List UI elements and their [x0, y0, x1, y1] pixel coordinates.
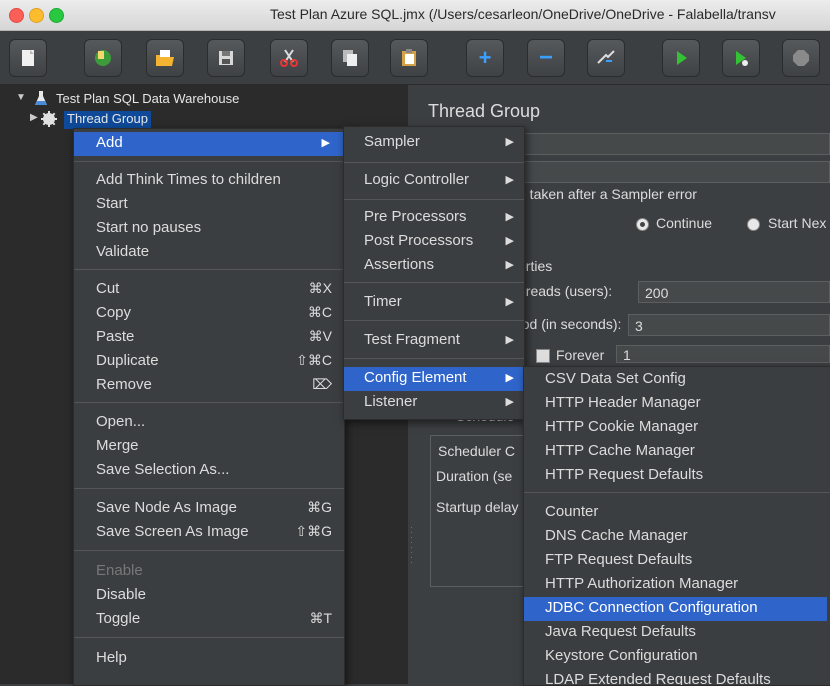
toolbar: + −: [0, 31, 830, 85]
menu-item-ldap-extended-request-defaults[interactable]: LDAP Extended Request Defaults: [524, 669, 830, 685]
scheduler-config-label: Scheduler C: [438, 443, 516, 459]
start-next-radio[interactable]: [747, 218, 760, 231]
menu-item-http-request-defaults[interactable]: HTTP Request Defaults: [524, 464, 830, 488]
menu-item-config-element[interactable]: Config Element ▶: [344, 367, 524, 391]
menu-item-merge[interactable]: Merge: [74, 435, 344, 459]
continue-radio[interactable]: [636, 218, 649, 231]
menu-item-timer[interactable]: Timer ▶: [344, 291, 524, 315]
menu-item-pre-processors[interactable]: Pre Processors ▶: [344, 206, 524, 230]
forever-checkbox[interactable]: [536, 349, 550, 363]
menu-item-start-no-pauses[interactable]: Start no pauses: [74, 217, 344, 241]
menu-item-duplicate[interactable]: Duplicate ⇧⌘C: [74, 350, 344, 374]
window-title: Test Plan Azure SQL.jmx (/Users/cesarleo…: [270, 6, 776, 22]
menu-item-ftp-request-defaults[interactable]: FTP Request Defaults: [524, 549, 830, 573]
ramp-up-label: riod (in seconds):: [514, 316, 622, 332]
threads-input[interactable]: 200: [638, 281, 830, 303]
start-next-label: Start Nex: [768, 215, 827, 231]
save-icon[interactable]: [207, 39, 245, 77]
add-submenu: Sampler ▶ Logic Controller ▶ Pre Processor…: [343, 126, 525, 420]
startup-delay-label: Startup delay: [436, 499, 519, 515]
minimize-window-button[interactable]: [29, 8, 44, 23]
cut-icon[interactable]: [270, 39, 308, 77]
delete-key-icon: ⌦: [312, 376, 332, 392]
menu-item-logic-controller[interactable]: Logic Controller ▶: [344, 169, 524, 193]
menu-item-http-cache-manager[interactable]: HTTP Cache Manager: [524, 440, 830, 464]
menu-item-http-header-manager[interactable]: HTTP Header Manager: [524, 392, 830, 416]
menu-item-post-processors[interactable]: Post Processors ▶: [344, 230, 524, 254]
error-section-label: e taken after a Sampler error: [518, 186, 697, 202]
menu-item-counter[interactable]: Counter: [524, 501, 830, 525]
ramp-up-input[interactable]: 3: [628, 314, 830, 336]
menu-item-java-request-defaults[interactable]: Java Request Defaults: [524, 621, 830, 645]
menu-item-http-cookie-manager[interactable]: HTTP Cookie Manager: [524, 416, 830, 440]
open-icon[interactable]: [146, 39, 184, 77]
menu-item-start[interactable]: Start: [74, 193, 344, 217]
menu-item-remove[interactable]: Remove ⌦: [74, 374, 344, 398]
collapse-arrow-icon[interactable]: ▶: [30, 112, 38, 123]
forever-label: Forever: [556, 347, 605, 363]
menu-item-copy[interactable]: Copy ⌘C: [74, 302, 344, 326]
copy-icon[interactable]: [331, 39, 369, 77]
context-menu: Add ▶ Add Think Times to children Start S…: [73, 128, 345, 686]
menu-item-save-screen-image[interactable]: Save Screen As Image ⇧⌘G: [74, 521, 344, 545]
stop-icon[interactable]: [782, 39, 820, 77]
menu-item-keystore-configuration[interactable]: Keystore Configuration: [524, 645, 830, 669]
panel-title: Thread Group: [428, 101, 541, 121]
gear-icon: [41, 111, 57, 130]
config-element-submenu: CSV Data Set Config HTTP Header Manager …: [523, 366, 830, 686]
menu-item-listener[interactable]: Listener ▶: [344, 391, 524, 415]
new-icon[interactable]: [9, 39, 47, 77]
submenu-arrow-icon: ▶: [321, 137, 330, 149]
menu-item-save-node-image[interactable]: Save Node As Image ⌘G: [74, 497, 344, 521]
menu-item-add-think-times[interactable]: Add Think Times to children: [74, 169, 344, 193]
zoom-window-button[interactable]: [49, 8, 64, 23]
menu-item-paste[interactable]: Paste ⌘V: [74, 326, 344, 350]
start-no-pauses-icon[interactable]: [722, 39, 760, 77]
expand-arrow-icon[interactable]: ▼: [16, 92, 26, 103]
templates-icon[interactable]: [84, 39, 122, 77]
continue-label: Continue: [656, 215, 713, 231]
threads-label: hreads (users):: [518, 283, 613, 299]
menu-item-jdbc-connection-configuration[interactable]: JDBC Connection Configuration: [524, 597, 827, 621]
menu-item-help[interactable]: Help: [74, 647, 344, 671]
menu-item-dns-cache-manager[interactable]: DNS Cache Manager: [524, 525, 830, 549]
flask-icon: [34, 90, 48, 109]
menu-item-validate[interactable]: Validate: [74, 241, 344, 265]
title-bar: Test Plan Azure SQL.jmx (/Users/cesarleo…: [0, 0, 830, 31]
menu-item-assertions[interactable]: Assertions ▶: [344, 254, 524, 278]
menu-item-csv-data-set[interactable]: CSV Data Set Config: [524, 368, 830, 392]
menu-item-add[interactable]: Add ▶: [74, 132, 344, 156]
loop-count-input[interactable]: 1: [616, 345, 830, 363]
menu-item-test-fragment[interactable]: Test Fragment ▶: [344, 329, 524, 353]
expand-icon[interactable]: +: [466, 39, 504, 77]
start-icon[interactable]: [662, 39, 700, 77]
close-window-button[interactable]: [9, 8, 24, 23]
menu-item-http-authorization-manager[interactable]: HTTP Authorization Manager: [524, 573, 830, 597]
menu-item-sampler[interactable]: Sampler ▶: [344, 131, 524, 155]
toggle-icon[interactable]: [587, 39, 625, 77]
duration-label: Duration (se: [436, 468, 513, 484]
menu-item-cut[interactable]: Cut ⌘X: [74, 278, 344, 302]
menu-item-open[interactable]: Open...: [74, 411, 344, 435]
menu-item-disable[interactable]: Disable: [74, 584, 344, 608]
menu-item-toggle[interactable]: Toggle ⌘T: [74, 608, 344, 632]
paste-icon[interactable]: [390, 39, 428, 77]
tree-node-test-plan[interactable]: ▼ Test Plan SQL Data Warehouse: [16, 91, 316, 109]
collapse-icon[interactable]: −: [527, 39, 565, 77]
menu-item-enable: Enable: [96, 562, 143, 579]
menu-item-save-selection[interactable]: Save Selection As...: [74, 459, 344, 483]
